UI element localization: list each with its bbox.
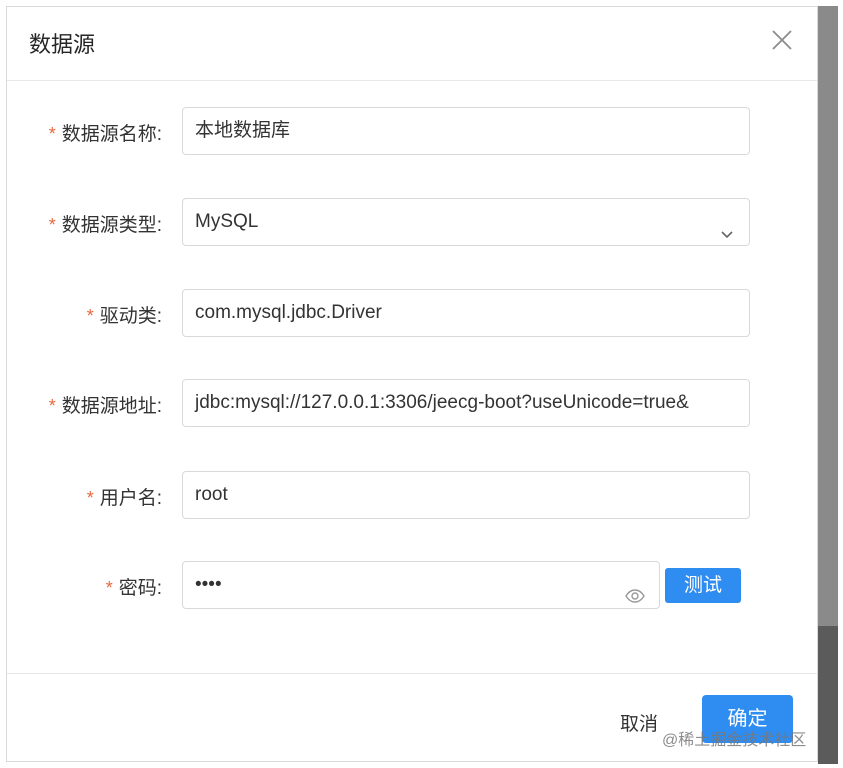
password-input[interactable]: •••• [182,561,660,609]
field-label: * 驱动类: [87,301,162,328]
field-label: * 数据源类型: [49,210,162,237]
dialog-header: 数据源 [7,7,817,81]
field-label: * 密码: [106,573,162,600]
field-label-text: 数据源名称: [61,124,162,145]
driver-class-input[interactable]: com.mysql.jdbc.Driver [182,289,750,337]
form-row-username: * 用户名: root [7,471,817,519]
datasource-url-input[interactable]: jdbc:mysql://127.0.0.1:3306/jeecg-boot?u… [182,379,750,427]
chevron-down-icon[interactable] [719,214,735,239]
required-mark: * [48,396,56,416]
required-mark: * [105,578,113,598]
required-mark: * [48,215,56,235]
test-connection-button[interactable]: 测试 [665,568,741,603]
field-label: * 数据源名称: [49,119,162,146]
datasource-type-select[interactable]: MySQL [182,198,750,246]
field-label-text: 用户名: [99,488,162,509]
watermark-text: @稀土掘金技术社区 [662,732,807,749]
required-mark: * [86,306,94,326]
scrollbar-thumb[interactable] [818,626,838,764]
field-label-text: 数据源地址: [61,396,162,417]
required-mark: * [86,488,94,508]
required-mark: * [48,124,56,144]
field-label-text: 密码: [118,578,162,599]
field-label: * 数据源地址: [49,391,162,418]
select-value: MySQL [195,211,259,232]
datasource-name-input[interactable]: 本地数据库 [182,107,750,155]
eye-icon[interactable] [625,577,645,603]
username-input[interactable]: root [182,471,750,519]
field-label: * 用户名: [87,483,162,510]
screen: 数据源 * 数据源名称: 本地数据库 * 数据源类型: MySQL * 驱动类:… [0,0,843,768]
page-scrollbar[interactable] [818,6,838,764]
field-label-text: 驱动类: [99,306,162,327]
close-icon[interactable] [769,27,795,53]
form-row-driver: * 驱动类: com.mysql.jdbc.Driver [7,289,817,337]
password-value: •••• [195,574,222,595]
field-label-text: 数据源类型: [61,215,162,236]
datasource-dialog: 数据源 * 数据源名称: 本地数据库 * 数据源类型: MySQL * 驱动类:… [6,6,818,762]
form-row-url: * 数据源地址: jdbc:mysql://127.0.0.1:3306/jeec… [7,379,817,427]
form-row-type: * 数据源类型: MySQL [7,198,817,246]
form-row-password: * 密码: •••• 测试 [7,561,817,609]
form-row-name: * 数据源名称: 本地数据库 [7,107,817,155]
dialog-title: 数据源 [29,32,96,57]
